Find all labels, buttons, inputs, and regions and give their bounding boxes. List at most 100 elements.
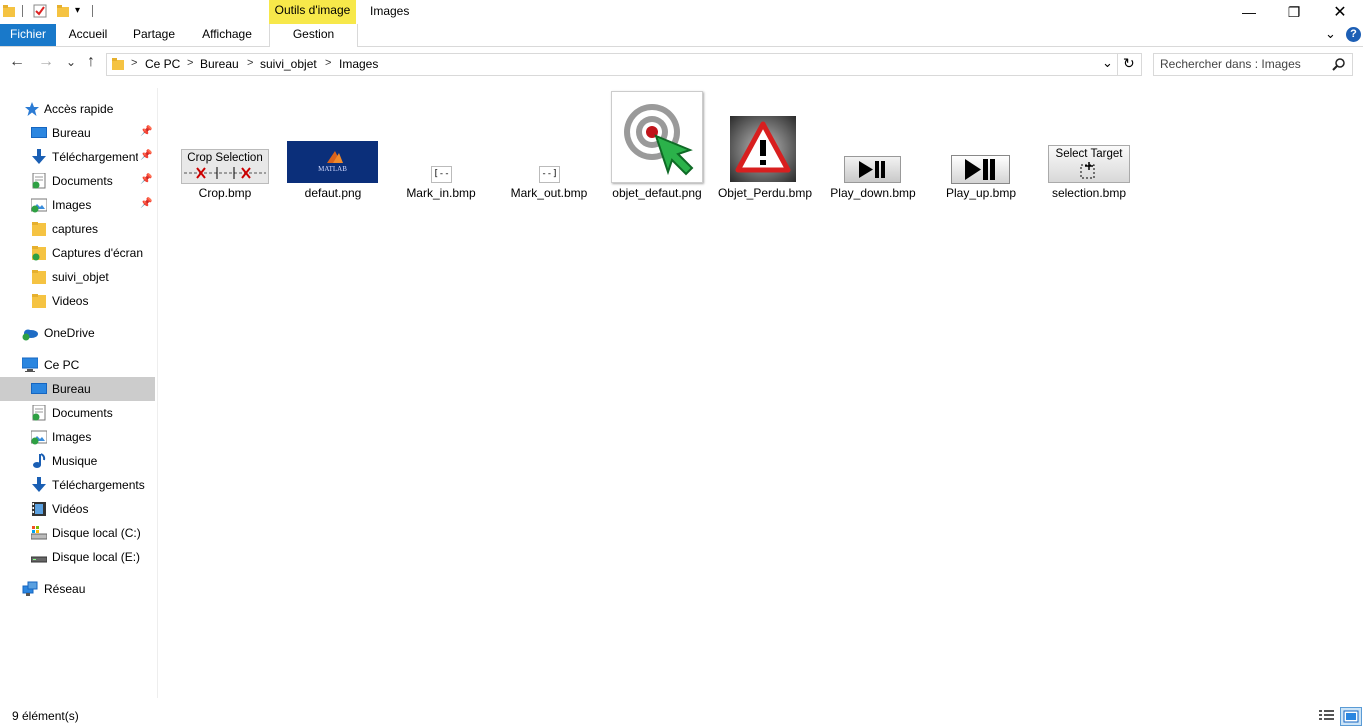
file-name: defaut.png — [304, 186, 362, 200]
pin-icon[interactable]: 📌 — [140, 174, 152, 185]
sidebar-item-disque-e[interactable]: Disque local (E:) — [0, 545, 155, 569]
navigation-pane: Accès rapide Bureau 📌 Téléchargements 📌 … — [0, 88, 158, 698]
pictures-icon — [31, 197, 47, 213]
forward-button[interactable]: → — [37, 53, 55, 71]
desktop-icon — [31, 125, 47, 141]
sidebar-item-documents-pc[interactable]: Documents — [0, 401, 155, 425]
file-name: selection.bmp — [1051, 186, 1127, 200]
breadcrumb-images[interactable]: Images — [339, 57, 378, 71]
tab-affichage[interactable]: Affichage — [192, 24, 262, 46]
thumbnail: --] — [539, 166, 560, 183]
folder-icon[interactable] — [2, 4, 16, 18]
sidebar-item-documents[interactable]: Documents 📌 — [0, 169, 155, 193]
thumbnail: [-- — [431, 166, 452, 183]
navigation-bar: ← → ⌄ ↑ > Ce PC > Bureau > suivi_objet >… — [0, 47, 1363, 81]
tab-fichier[interactable]: Fichier — [0, 24, 56, 46]
sidebar-item-telechargements[interactable]: Téléchargements 📌 — [0, 145, 155, 169]
restore-button[interactable]: ❐ — [1271, 0, 1317, 24]
sidebar-item-reseau[interactable]: Réseau — [0, 577, 155, 601]
thumbnail: MATLAB — [287, 141, 378, 183]
sidebar-item-label: Musique — [52, 454, 98, 468]
breadcrumb-separator[interactable]: > — [131, 57, 137, 69]
status-item-count: 9 élément(s) — [12, 709, 79, 723]
sidebar-item-captures-ecran[interactable]: Captures d'écran — [0, 241, 155, 265]
expand-ribbon-icon[interactable]: ⌄ — [1325, 26, 1336, 42]
tab-partage[interactable]: Partage — [124, 24, 184, 46]
file-item[interactable]: --] Mark_out.bmp — [496, 88, 602, 208]
thumbnail — [951, 155, 1010, 184]
sidebar-item-label: Téléchargements — [52, 150, 138, 164]
breadcrumb-separator[interactable]: > — [247, 57, 253, 69]
recent-locations-button[interactable]: ⌄ — [62, 53, 80, 71]
sidebar-item-videos-pc[interactable]: Vidéos — [0, 497, 155, 521]
sidebar-item-onedrive[interactable]: OneDrive — [0, 321, 155, 345]
close-button[interactable]: ✕ — [1317, 0, 1363, 24]
breadcrumb-separator[interactable]: > — [187, 57, 193, 69]
file-item[interactable]: Select Target selection.bmp — [1036, 88, 1142, 208]
onedrive-icon — [22, 325, 38, 341]
sidebar-item-images[interactable]: Images 📌 — [0, 193, 155, 217]
file-item[interactable]: Play_down.bmp — [820, 88, 926, 208]
sidebar-item-label: Images — [52, 198, 92, 212]
download-icon — [31, 477, 47, 493]
search-icon[interactable] — [1332, 57, 1346, 71]
back-button[interactable]: ← — [8, 53, 26, 71]
tab-gestion[interactable]: Gestion — [269, 24, 358, 47]
pictures-icon — [31, 429, 47, 445]
file-item[interactable]: Crop Selection Crop.bmp — [172, 88, 278, 208]
sidebar-item-bureau-pc[interactable]: Bureau — [0, 377, 155, 401]
file-item[interactable]: objet_defaut.png — [604, 88, 710, 208]
search-box[interactable]: Rechercher dans : Images — [1153, 53, 1353, 76]
desktop-icon — [31, 381, 47, 397]
address-bar[interactable]: > Ce PC > Bureau > suivi_objet > Images … — [106, 53, 1142, 76]
context-tab-label: Outils d'image — [274, 3, 351, 17]
help-icon[interactable]: ? — [1346, 27, 1361, 42]
sidebar-item-suivi-objet[interactable]: suivi_objet — [0, 265, 155, 289]
tab-accueil[interactable]: Accueil — [60, 24, 116, 46]
new-folder-icon[interactable] — [56, 4, 70, 18]
file-name: Play_up.bmp — [945, 186, 1017, 200]
file-item[interactable]: [-- Mark_in.bmp — [388, 88, 494, 208]
sidebar-item-bureau[interactable]: Bureau 📌 — [0, 121, 155, 145]
address-dropdown-icon[interactable]: ⌄ — [1102, 55, 1113, 71]
sidebar-item-label: suivi_objet — [52, 270, 109, 284]
folder-sync-icon — [31, 245, 47, 261]
customize-quick-access-icon[interactable]: ▾ — [75, 4, 89, 18]
sidebar-item-musique[interactable]: Musique — [0, 449, 155, 473]
sidebar-item-label: Bureau — [52, 126, 91, 140]
videos-icon — [31, 501, 47, 517]
breadcrumb-ce-pc[interactable]: Ce PC — [145, 57, 180, 71]
breadcrumb-suivi-objet[interactable]: suivi_objet — [260, 57, 317, 71]
file-item[interactable]: MATLAB defaut.png — [280, 88, 386, 208]
sidebar-item-ce-pc[interactable]: Ce PC — [0, 353, 155, 377]
sidebar-item-label: Disque local (E:) — [52, 550, 141, 564]
sidebar-item-images-pc[interactable]: Images — [0, 425, 155, 449]
sidebar-item-label: Réseau — [44, 582, 86, 596]
file-item[interactable]: Objet_Perdu.bmp — [712, 88, 818, 208]
sidebar-item-disque-c[interactable]: Disque local (C:) — [0, 521, 155, 545]
large-icons-view-icon[interactable] — [1340, 707, 1362, 726]
pin-icon[interactable]: 📌 — [140, 198, 152, 209]
breadcrumb-separator[interactable]: > — [325, 57, 331, 69]
refresh-icon[interactable]: ↻ — [1123, 55, 1135, 72]
sidebar-item-captures[interactable]: captures — [0, 217, 155, 241]
sidebar-item-label: Videos — [52, 294, 89, 308]
sidebar-item-label: captures — [52, 222, 99, 236]
selection-target-icon — [1080, 162, 1095, 179]
search-input[interactable]: Rechercher dans : Images — [1160, 57, 1301, 71]
up-button[interactable]: ↑ — [82, 53, 100, 71]
pin-icon[interactable]: 📌 — [140, 126, 152, 137]
music-icon — [31, 453, 47, 469]
sidebar-item-acces-rapide[interactable]: Accès rapide — [0, 97, 155, 121]
pin-icon[interactable]: 📌 — [140, 150, 152, 161]
minimize-button[interactable]: — — [1226, 0, 1272, 24]
crop-marks-icon — [184, 167, 266, 179]
sidebar-item-telechargements-pc[interactable]: Téléchargements — [0, 473, 155, 497]
file-item[interactable]: Play_up.bmp — [928, 88, 1034, 208]
breadcrumb-bureau[interactable]: Bureau — [200, 57, 239, 71]
sidebar-item-label: OneDrive — [44, 326, 95, 340]
properties-icon[interactable] — [33, 4, 47, 18]
thumbnail-text: MATLAB — [318, 165, 347, 173]
details-view-icon[interactable] — [1318, 708, 1336, 723]
sidebar-item-videos[interactable]: Videos — [0, 289, 155, 313]
